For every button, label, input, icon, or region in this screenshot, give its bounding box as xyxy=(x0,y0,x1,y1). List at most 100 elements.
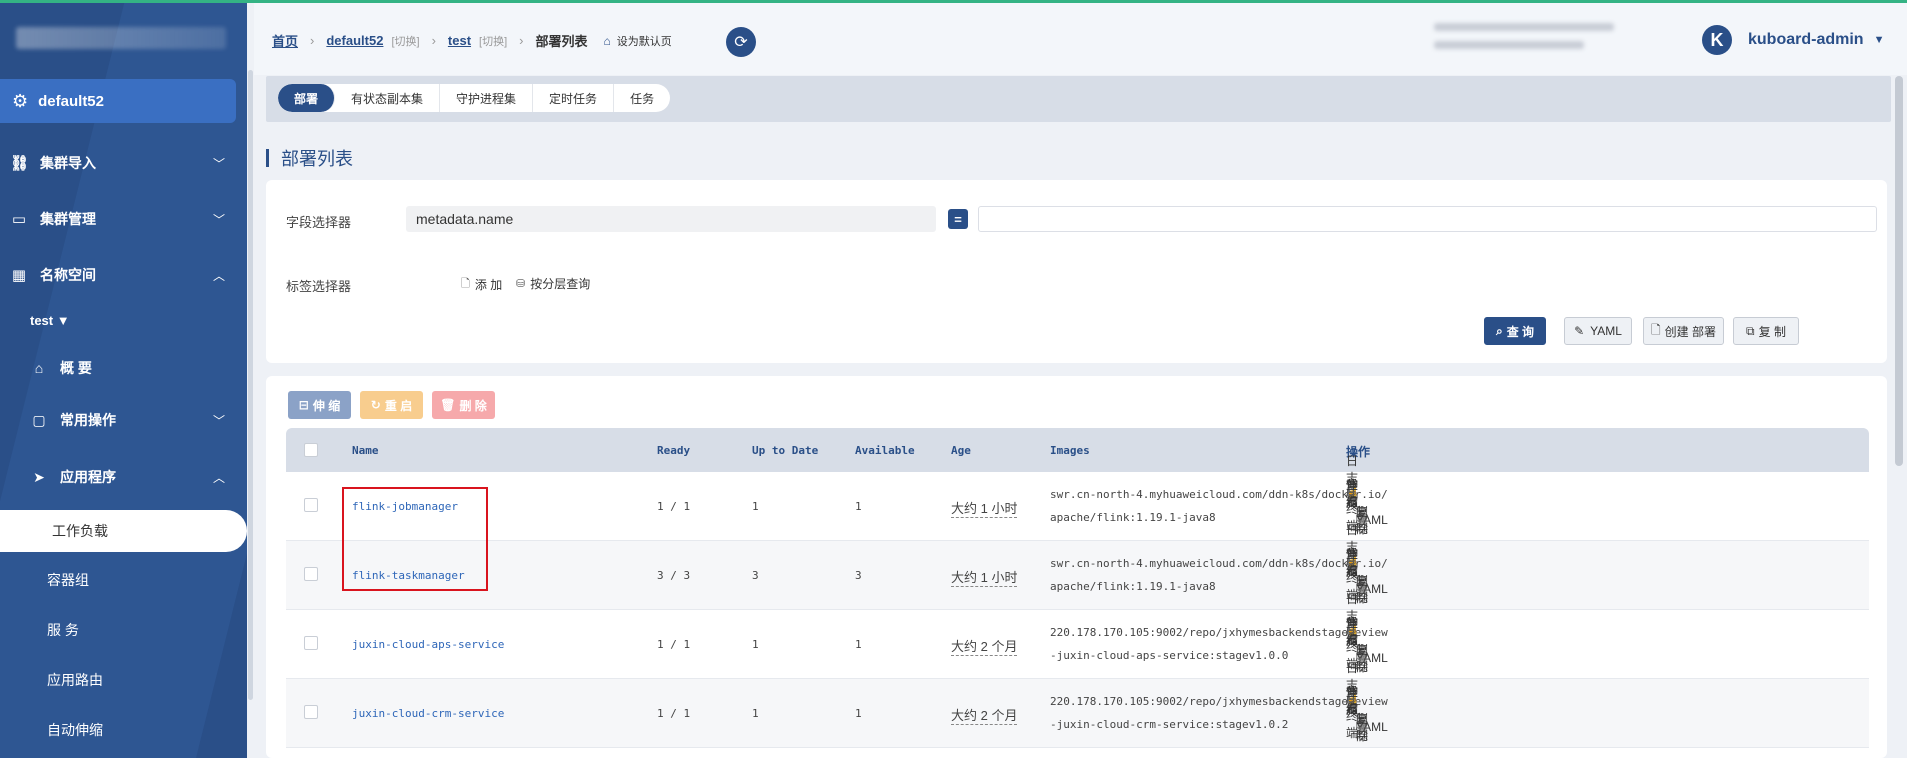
tab-statefulsets[interactable]: 有状态副本集 xyxy=(335,84,441,112)
logo xyxy=(16,27,226,49)
uptodate-cell: 1 xyxy=(752,638,759,651)
caret-down-icon: ▼ xyxy=(1873,34,1885,46)
user-menu[interactable]: K kuboard-admin ▼ xyxy=(1702,25,1884,55)
field-value-input[interactable] xyxy=(978,206,1877,232)
chevron-down-icon: ﹀ xyxy=(212,212,225,227)
trash-icon: 🗑 xyxy=(440,398,456,412)
row-checkbox[interactable] xyxy=(304,636,318,650)
restart-action[interactable]: ↻ 重 启 xyxy=(1346,685,1359,716)
deployment-name-link[interactable]: juxin-cloud-crm-service xyxy=(352,707,504,720)
page-scrollbar[interactable] xyxy=(1895,76,1903,466)
sidebar-item-cluster-manage[interactable]: ▭ 集群管理 ﹀ xyxy=(0,201,247,237)
sidebar-item-ingress[interactable]: 应用路由 xyxy=(47,665,103,695)
server-icon: ▭ xyxy=(11,211,27,228)
select-all-checkbox[interactable] xyxy=(304,443,318,457)
scale-button[interactable]: ⊟ 伸 缩 xyxy=(288,391,351,419)
crumb-ns-switch[interactable]: [切换] xyxy=(479,33,507,49)
table-row: juxin-cloud-crm-service 1 / 1 1 1 大约 2 个… xyxy=(286,661,1869,748)
chevron-down-icon: ﹀ xyxy=(212,413,225,428)
ready-cell: 1 / 1 xyxy=(657,638,691,651)
tab-daemonsets[interactable]: 守护进程集 xyxy=(440,84,534,112)
operator-button[interactable]: = xyxy=(948,209,968,229)
link-icon: ⛓ xyxy=(10,155,30,172)
tab-jobs[interactable]: 任务 xyxy=(614,84,670,112)
images-cell: swr.cn-north-4.myhuaweicloud.com/ddn-k8s… xyxy=(1050,557,1388,593)
sidebar-item-common-ops[interactable]: ▢ 常用操作 ﹀ xyxy=(30,402,247,438)
sidebar-item-overview[interactable]: ⌂ 概 要 xyxy=(30,350,247,386)
scale-icon: ⊟ xyxy=(298,398,309,412)
query-button[interactable]: ⌕ 查 询 xyxy=(1484,317,1546,345)
sidebar-item-cluster-import[interactable]: ⛓ 集群导入 ﹀ xyxy=(0,145,247,181)
sidebar-item-workloads[interactable]: 工作负载 xyxy=(0,510,247,552)
set-default-link[interactable]: ⌂ 设为默认页 xyxy=(604,33,672,49)
sidebar-item-pods[interactable]: 容器组 xyxy=(47,565,89,595)
crumb-home[interactable]: 首页 xyxy=(272,31,298,50)
chevron-down-icon: ﹀ xyxy=(212,156,225,171)
sidebar-item-services[interactable]: 服 务 xyxy=(47,615,79,645)
gear-icon: ⚙ xyxy=(12,90,29,111)
label-selector-label: 标签选择器 xyxy=(286,279,352,294)
layer-query-link[interactable]: ⛁ 按分层查询 xyxy=(516,275,590,292)
delete-action[interactable]: 🗑 删 除 xyxy=(1356,712,1374,743)
field-selector-select[interactable]: metadata.name xyxy=(406,206,936,232)
cluster-selector[interactable]: ⚙ default52 xyxy=(0,79,236,123)
grid-icon: ▦ xyxy=(11,267,27,284)
table-header: Name Ready Up to Date Available Age Imag… xyxy=(286,428,1869,472)
row-actions: ☝ 查 看 ▭ 日志 / 终端 ⊟ 伸 缩 ↻ 重 启 ⧉ 复 制 🗋 YAML 🗑 删 除 xyxy=(1346,661,1388,743)
row-checkbox[interactable] xyxy=(304,498,318,512)
caret-down-icon: ▼ xyxy=(56,313,70,328)
col-name[interactable]: Name xyxy=(352,444,379,457)
chevron-right-icon: › xyxy=(310,33,315,48)
row-checkbox[interactable] xyxy=(304,567,318,581)
restart-action[interactable]: ↻ 重 启 xyxy=(1346,616,1359,647)
deployment-table-card: ⊟ 伸 缩 ↻ 重 启 🗑 删 除 Name Ready Up to Date Ava… xyxy=(266,376,1887,758)
restart-action[interactable]: ↻ 重 启 xyxy=(1346,547,1359,578)
breadcrumb: 首页 › default52 [切换] › test [切换] › 部署列表 ⌂… xyxy=(272,31,672,50)
file-icon: 🗋 xyxy=(461,278,470,290)
ready-cell: 1 / 1 xyxy=(657,707,691,720)
refresh-button[interactable]: ⟳ xyxy=(726,27,756,57)
available-cell: 1 xyxy=(855,638,862,651)
tab-deployments[interactable]: 部署 xyxy=(278,84,336,112)
restart-action[interactable]: ↻ 重 启 xyxy=(1346,478,1359,509)
age-cell: 大约 2 个月 xyxy=(951,705,1018,725)
copy-button[interactable]: ⧉ 复 制 xyxy=(1733,317,1799,345)
table-row: flink-taskmanager 3 / 3 3 3 大约 1 小时 swr.… xyxy=(286,523,1869,610)
table-row: juxin-cloud-aps-service 1 / 1 1 1 大约 2 个… xyxy=(286,592,1869,679)
deployment-name-link[interactable]: juxin-cloud-aps-service xyxy=(352,638,504,651)
file-icon: 🗋 xyxy=(1651,322,1661,337)
home-icon: ⌂ xyxy=(603,33,611,48)
tab-cronjobs[interactable]: 定时任务 xyxy=(533,84,615,112)
restart-button[interactable]: ↻ 重 启 xyxy=(360,391,423,419)
sidebar-scrollbar[interactable] xyxy=(248,70,253,700)
uptodate-cell: 1 xyxy=(752,500,759,513)
chevron-right-icon: › xyxy=(519,33,524,48)
edit-icon: ✎ xyxy=(1574,324,1585,338)
crumb-namespace[interactable]: test xyxy=(448,33,471,48)
copy-icon: ⧉ xyxy=(1746,323,1755,338)
refresh-icon: ↻ xyxy=(370,398,381,412)
row-checkbox[interactable] xyxy=(304,705,318,719)
namespace-selector[interactable]: test ▼ xyxy=(30,313,70,328)
col-age[interactable]: Age xyxy=(951,444,971,457)
delete-button[interactable]: 🗑 删 除 xyxy=(432,391,495,419)
avatar: K xyxy=(1702,25,1732,55)
cluster-name: default52 xyxy=(38,92,104,110)
crumb-cluster[interactable]: default52 xyxy=(326,33,383,48)
chevron-up-icon: ︿ xyxy=(212,470,225,485)
workload-tabbar: 部署 有状态副本集 守护进程集 定时任务 任务 xyxy=(266,76,1891,122)
chevron-right-icon: › xyxy=(431,33,436,48)
add-label-link[interactable]: 🗋 添 加 xyxy=(461,275,502,294)
sidebar-item-namespace[interactable]: ▦ 名称空间 ︿ xyxy=(0,257,247,293)
col-uptodate[interactable]: Up to Date xyxy=(752,444,818,457)
col-available[interactable]: Available xyxy=(855,444,915,457)
sidebar-item-applications[interactable]: ➤ 应用程序 ︿ xyxy=(30,459,247,495)
create-deployment-button[interactable]: 🗋 创建 部署 xyxy=(1643,317,1724,345)
uptodate-cell: 3 xyxy=(752,569,759,582)
age-cell: 大约 1 小时 xyxy=(951,498,1018,518)
yaml-button[interactable]: ✎ YAML xyxy=(1564,317,1632,345)
username: kuboard-admin xyxy=(1748,31,1864,48)
crumb-cluster-switch[interactable]: [切换] xyxy=(391,33,419,49)
col-ready[interactable]: Ready xyxy=(657,444,690,457)
sidebar-item-autoscaling[interactable]: 自动伸缩 xyxy=(47,715,103,745)
